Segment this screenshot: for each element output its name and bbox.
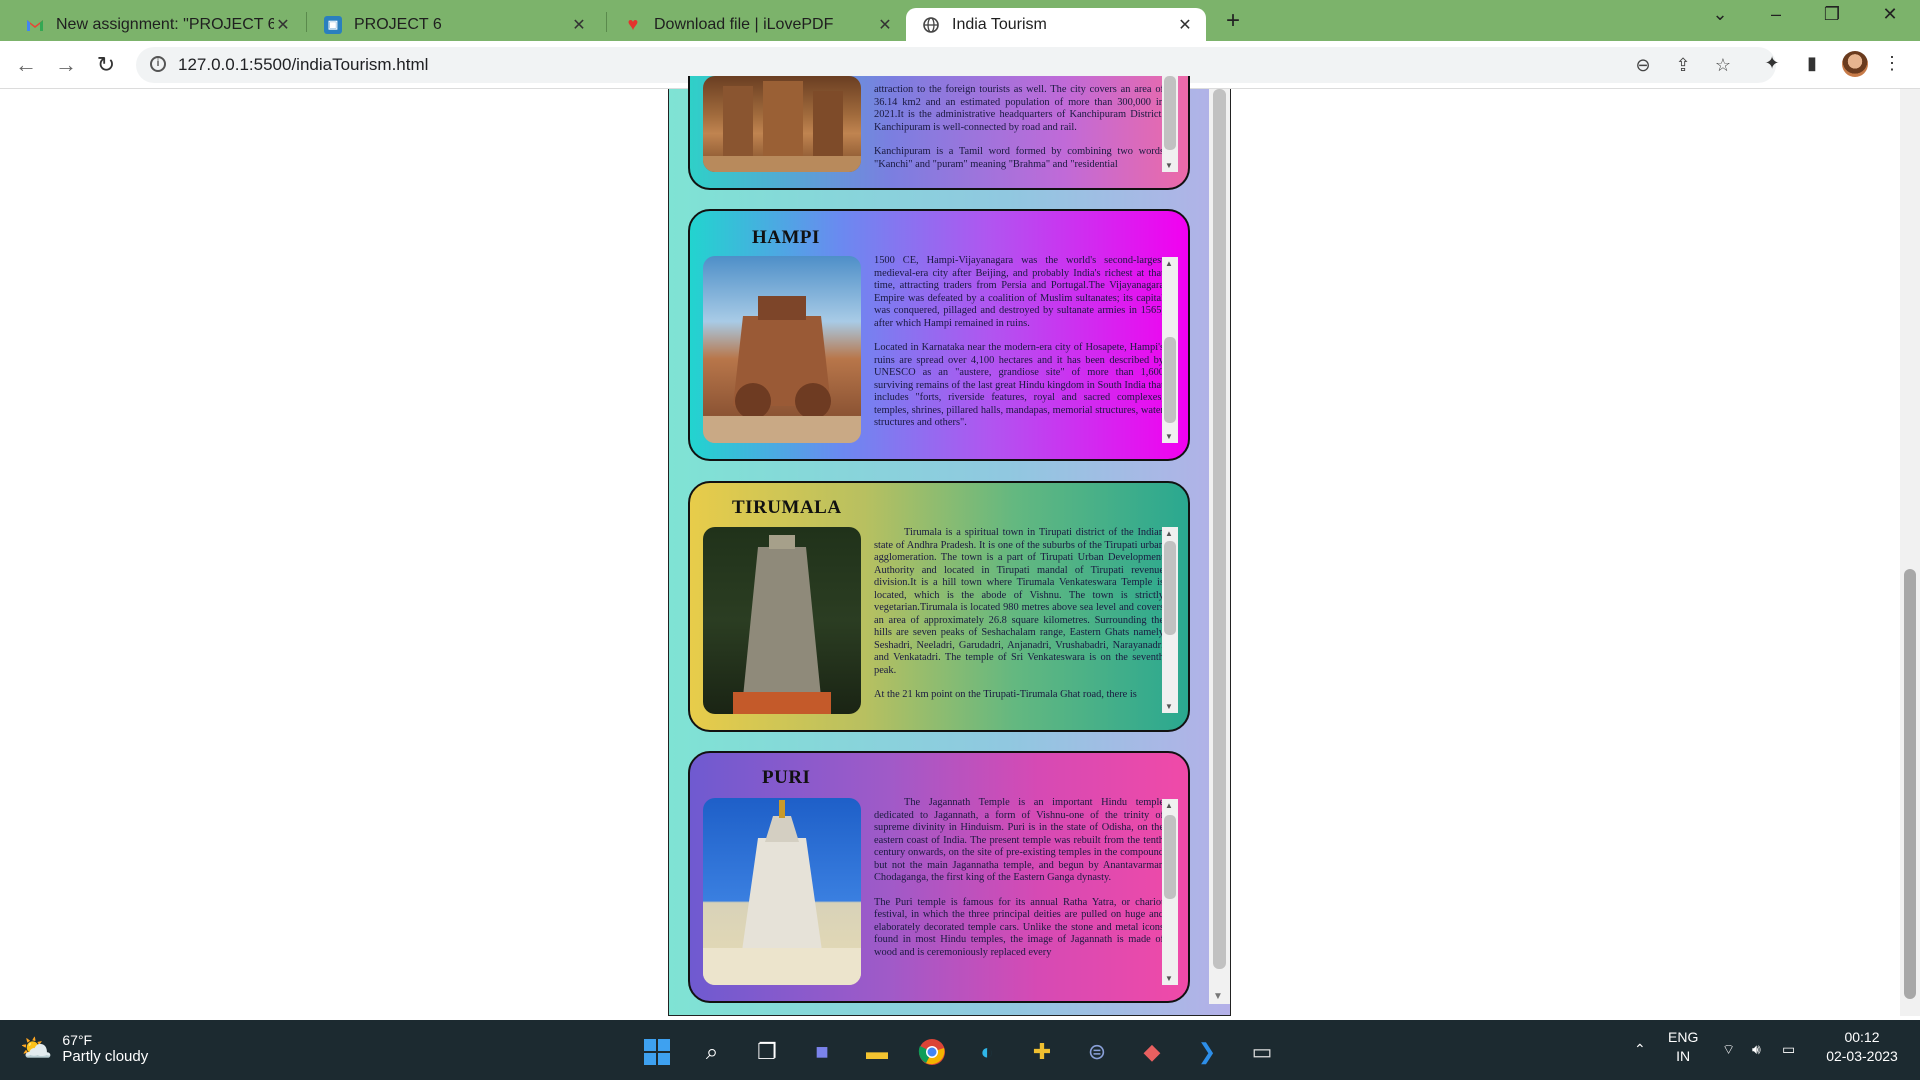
destination-title: HAMPI <box>752 227 820 248</box>
tab-title: PROJECT 6 <box>354 15 442 33</box>
zoom-icon[interactable]: ⊖ <box>1632 55 1654 76</box>
tab-project6[interactable]: ▣ PROJECT 6 ✕ <box>308 8 600 41</box>
region-code: IN <box>1676 1048 1691 1064</box>
tab-separator <box>606 12 607 32</box>
site-info-icon[interactable]: i <box>150 56 166 72</box>
store-app-icon[interactable]: ✚ <box>1025 1035 1059 1069</box>
text-scrollbar[interactable]: ▲ ▼ <box>1162 257 1178 443</box>
bookmark-star-icon[interactable]: ☆ <box>1712 55 1734 76</box>
text-scrollbar[interactable]: ▲ ▼ <box>1162 527 1178 713</box>
extensions-icon[interactable]: ✦ <box>1760 53 1784 74</box>
tab-india-tourism[interactable]: India Tourism ✕ <box>906 8 1206 41</box>
destination-card-hampi: HAMPI 1500 CE, Hampi-Vijayanagara was th… <box>688 209 1190 461</box>
wifi-icon[interactable]: ⌔ <box>1722 1040 1735 1059</box>
restore-button[interactable]: ❐ <box>1812 4 1852 25</box>
page-scrollbar[interactable] <box>1900 89 1920 1016</box>
back-arrow-icon[interactable]: ← <box>12 51 40 79</box>
tab-title: India Tourism <box>952 15 1047 33</box>
new-tab-button[interactable]: + <box>1220 8 1246 34</box>
close-icon[interactable]: ✕ <box>876 15 894 35</box>
windows-taskbar <box>0 1020 1920 1080</box>
share-icon[interactable]: ⇪ <box>1672 55 1694 76</box>
close-icon[interactable]: ✕ <box>274 15 292 35</box>
language-indicator[interactable]: ENG IN <box>1668 1028 1698 1066</box>
text-scrollbar[interactable]: ▲ ▼ <box>1162 799 1178 985</box>
language-code: ENG <box>1668 1029 1699 1045</box>
task-view-icon[interactable]: ❐ <box>750 1035 784 1069</box>
tab-separator <box>306 12 307 32</box>
kanchipuram-temple-photo <box>703 76 861 172</box>
side-panel-icon[interactable]: ▮ <box>1800 53 1824 74</box>
close-icon[interactable]: ✕ <box>570 15 588 35</box>
description-paragraph: Kanchipuram is a Tamil word formed by co… <box>874 146 1164 170</box>
destination-card-kanchipuram: attraction to the foreign tourists as we… <box>688 76 1190 190</box>
eraser-app-icon[interactable]: ◆ <box>1135 1035 1169 1069</box>
ilovepdf-heart-icon: ♥ <box>627 14 639 34</box>
tab-ilovepdf[interactable]: ♥ Download file | iLovePDF ✕ <box>608 8 906 41</box>
description-paragraph: Located in Karnataka near the modern-era… <box>874 342 1164 428</box>
description-paragraph: The Jagannath Temple is an important Hin… <box>874 797 1164 883</box>
menu-dots-icon[interactable]: ⋮ <box>1880 53 1904 74</box>
description-paragraph: Tirumala is a spiritual town in Tirupati… <box>874 527 1164 676</box>
destination-card-puri: PURI The Jagannath Temple is an importan… <box>688 751 1190 1003</box>
classroom-icon: ▣ <box>324 15 342 34</box>
tab-title: Download file | iLovePDF <box>654 15 834 33</box>
chevron-up-icon[interactable]: ⌃ <box>1634 1040 1646 1059</box>
url-text: 127.0.0.1:5500/indiaTourism.html <box>178 55 429 74</box>
clock[interactable]: 00:12 02-03-2023 <box>1818 1028 1906 1066</box>
description-paragraph: The Puri temple is famous for its annual… <box>874 896 1164 958</box>
chevron-down-icon[interactable]: ⌄ <box>1700 4 1740 25</box>
close-window-button[interactable]: ✕ <box>1870 4 1910 25</box>
vscode-icon[interactable]: ❯ <box>1190 1035 1224 1069</box>
puri-jagannath-temple-photo <box>703 798 861 985</box>
description-paragraph: At the 21 km point on the Tirupati-Tirum… <box>874 689 1137 700</box>
chrome-icon[interactable] <box>915 1035 949 1069</box>
gmail-icon <box>26 16 44 34</box>
profile-avatar[interactable] <box>1842 51 1868 77</box>
clock-date: 02-03-2023 <box>1826 1048 1898 1064</box>
tirumala-description: Tirumala is a spiritual town in Tirupati… <box>874 527 1164 713</box>
description-paragraph: 1500 CE, Hampi-Vijayanagara was the worl… <box>874 255 1164 329</box>
text-scrollbar[interactable]: ▼ <box>1162 76 1178 172</box>
clock-time: 00:12 <box>1844 1029 1880 1045</box>
file-explorer-icon[interactable]: ▬ <box>860 1035 894 1069</box>
weather-description: Partly cloudy <box>62 1048 149 1065</box>
volume-icon[interactable]: 🔊︎ <box>1752 1040 1761 1059</box>
reload-icon[interactable]: ↻ <box>92 51 120 79</box>
weather-temperature: 67°F <box>62 1032 93 1048</box>
kanchipuram-description: attraction to the foreign tourists as we… <box>874 84 1164 170</box>
globe-icon <box>922 16 940 34</box>
container-scrollbar[interactable]: ▼ <box>1209 89 1230 1004</box>
partly-cloudy-icon: ⛅ <box>20 1033 53 1063</box>
tirumala-temple-photo <box>703 527 861 714</box>
minimize-button[interactable]: – <box>1756 4 1796 25</box>
weather-widget[interactable]: ⛅ 67°F Partly cloudy <box>20 1032 148 1065</box>
hampi-description: 1500 CE, Hampi-Vijayanagara was the worl… <box>874 255 1164 441</box>
start-button[interactable] <box>640 1035 674 1069</box>
tab-gmail[interactable]: New assignment: "PROJECT 6" - I ✕ <box>10 8 304 41</box>
app-icon[interactable]: ⊜ <box>1080 1035 1114 1069</box>
puri-description: The Jagannath Temple is an important Hin… <box>874 797 1164 983</box>
battery-icon[interactable]: ▭ <box>1782 1040 1795 1059</box>
hampi-stone-chariot-photo <box>703 256 861 443</box>
description-paragraph: attraction to the foreign tourists as we… <box>874 84 1164 133</box>
destination-title: PURI <box>762 767 811 788</box>
edge-icon[interactable]: ◐ <box>970 1035 1004 1069</box>
teams-chat-icon[interactable]: ■ <box>805 1035 839 1069</box>
close-icon[interactable]: ✕ <box>1176 15 1194 35</box>
tab-title: New assignment: "PROJECT 6" - I <box>56 15 274 33</box>
terminal-icon[interactable]: ▭ <box>1245 1035 1279 1069</box>
forward-arrow-icon[interactable]: → <box>52 51 80 79</box>
search-icon[interactable]: ⌕ <box>695 1035 729 1069</box>
destination-card-tirumala: TIRUMALA Tirumala is a spiritual town in… <box>688 481 1190 732</box>
destination-title: TIRUMALA <box>732 497 842 518</box>
